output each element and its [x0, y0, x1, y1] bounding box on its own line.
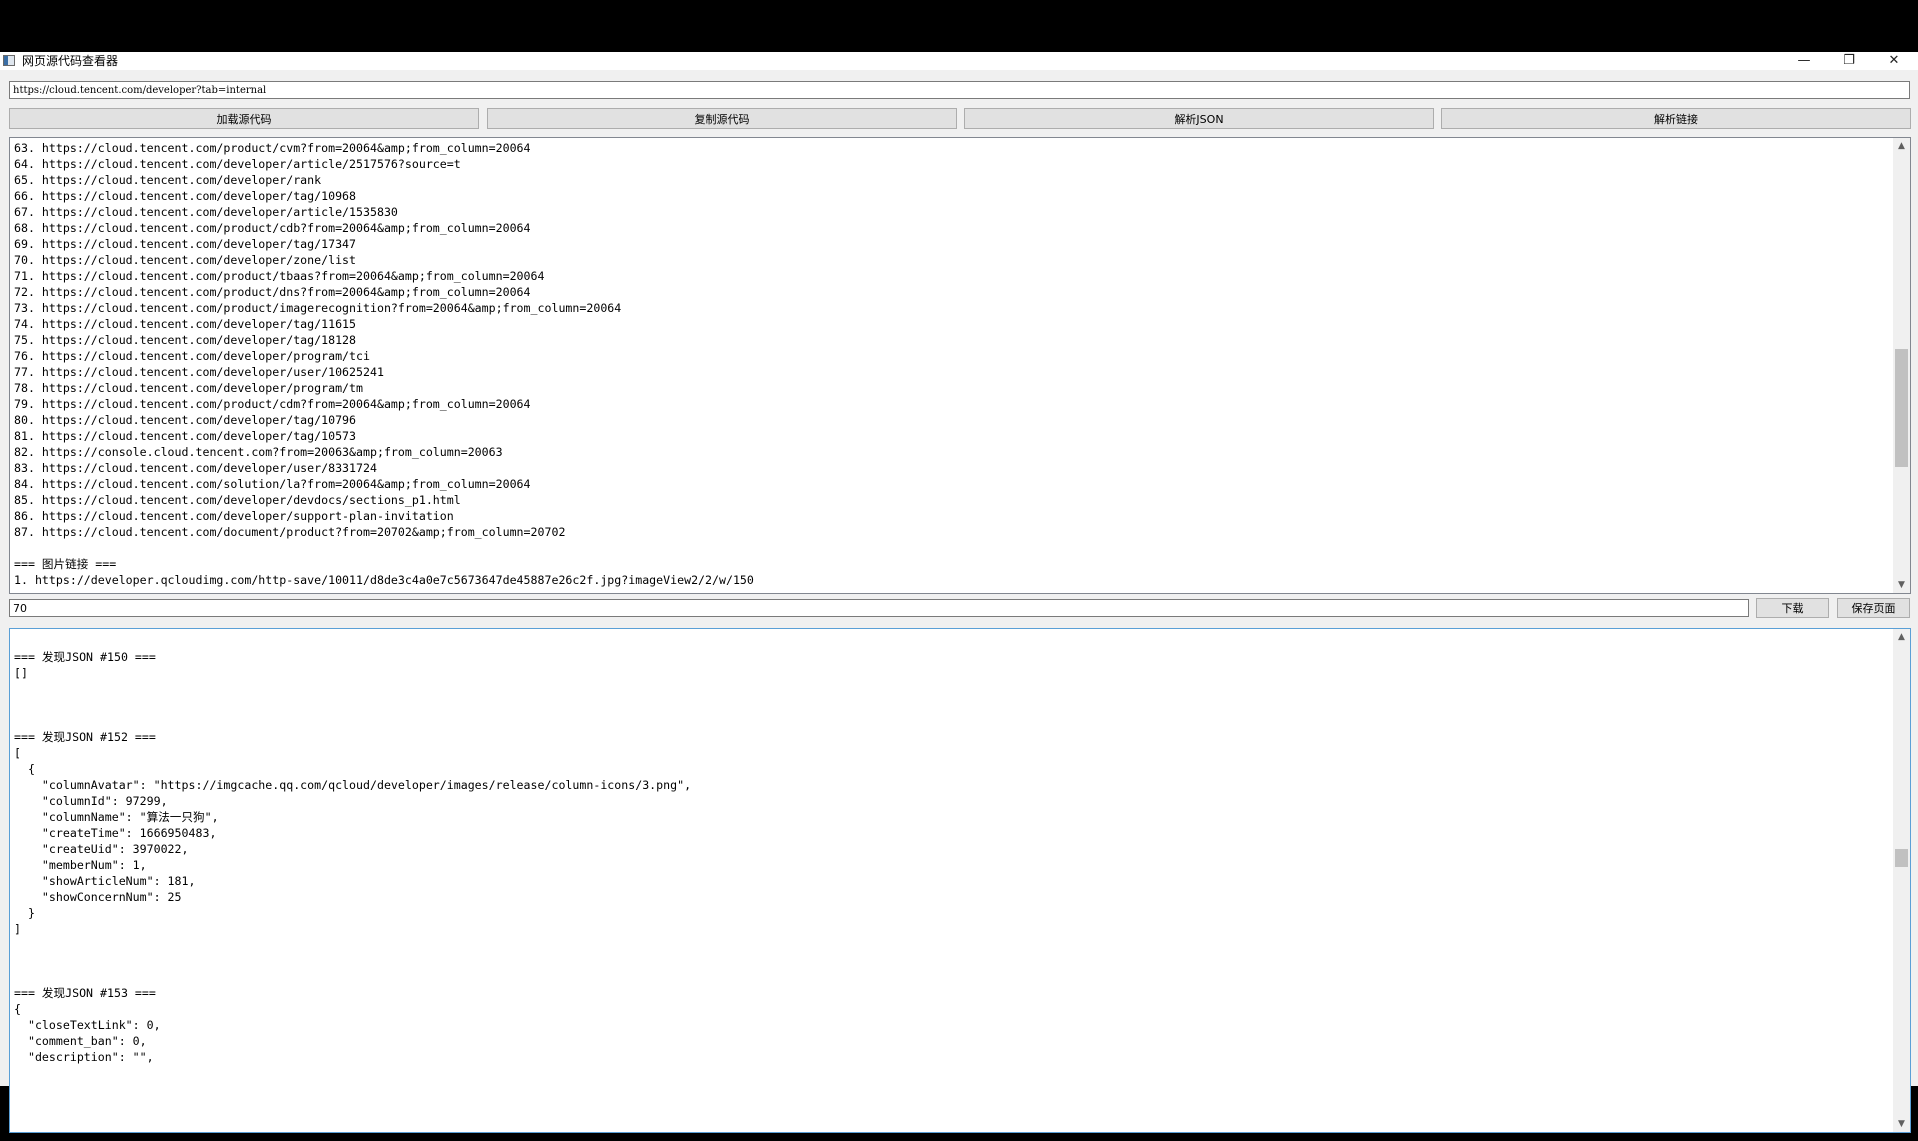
- text-line: 69. https://cloud.tencent.com/developer/…: [14, 237, 357, 251]
- links-scrollbar[interactable]: ▲ ▼: [1893, 138, 1910, 593]
- text-line: 65. https://cloud.tencent.com/developer/…: [14, 173, 322, 187]
- text-line: [14, 681, 1892, 697]
- text-line: "columnId": 97299,: [14, 794, 168, 808]
- text-line: 64. https://cloud.tencent.com/developer/…: [14, 157, 461, 171]
- links-output-textarea[interactable]: 63. https://cloud.tencent.com/product/cv…: [9, 137, 1911, 594]
- save-page-button[interactable]: 保存页面: [1837, 598, 1910, 618]
- minimize-button[interactable]: —: [1784, 52, 1824, 70]
- text-line: [14, 953, 1892, 969]
- text-line: 67. https://cloud.tencent.com/developer/…: [14, 205, 398, 219]
- text-line: 75. https://cloud.tencent.com/developer/…: [14, 333, 357, 347]
- text-line: []: [14, 666, 28, 680]
- parse-json-button[interactable]: 解析JSON: [964, 108, 1434, 129]
- text-line: [14, 969, 1892, 985]
- text-line: 82. https://console.cloud.tencent.com?fr…: [14, 445, 503, 459]
- text-line: [14, 713, 1892, 729]
- text-line: === 发现JSON #150 ===: [14, 650, 156, 664]
- text-line: 77. https://cloud.tencent.com/developer/…: [14, 365, 384, 379]
- scroll-down-arrow-icon[interactable]: ▼: [1893, 1116, 1910, 1132]
- text-line: 85. https://cloud.tencent.com/developer/…: [14, 493, 461, 507]
- text-line: 1. https://developer.qcloudimg.com/http-…: [14, 573, 754, 587]
- title-bar: 网页源代码查看器 — ❐ ✕: [0, 52, 1918, 70]
- text-line: "closeTextLink": 0,: [14, 1018, 161, 1032]
- app-window: 网页源代码查看器 — ❐ ✕ 加载源代码 复制源代码 解析JSON 解析链接 6…: [0, 52, 1918, 1133]
- scroll-up-arrow-icon[interactable]: ▲: [1893, 629, 1910, 645]
- text-line: 79. https://cloud.tencent.com/product/cd…: [14, 397, 531, 411]
- text-line: [14, 697, 1892, 713]
- window-title: 网页源代码查看器: [22, 54, 119, 68]
- scroll-up-arrow-icon[interactable]: ▲: [1893, 138, 1910, 154]
- scroll-thumb[interactable]: [1895, 849, 1908, 867]
- text-line: 73. https://cloud.tencent.com/product/im…: [14, 301, 622, 315]
- download-button[interactable]: 下载: [1756, 598, 1829, 618]
- text-line: 72. https://cloud.tencent.com/product/dn…: [14, 285, 531, 299]
- text-line: ]: [14, 922, 21, 936]
- text-line: 87. https://cloud.tencent.com/document/p…: [14, 525, 566, 539]
- url-input[interactable]: [9, 81, 1910, 99]
- text-line: 81. https://cloud.tencent.com/developer/…: [14, 429, 357, 443]
- text-line: "createUid": 3970022,: [14, 842, 189, 856]
- text-line: "comment_ban": 0,: [14, 1034, 147, 1048]
- text-line: "showConcernNum": 25: [14, 890, 182, 904]
- text-line: }: [14, 906, 35, 920]
- close-button[interactable]: ✕: [1874, 52, 1914, 70]
- text-line: {: [14, 762, 35, 776]
- text-line: 86. https://cloud.tencent.com/developer/…: [14, 509, 454, 523]
- text-line: "description": "",: [14, 1050, 154, 1064]
- text-line: === 发现JSON #152 ===: [14, 730, 156, 744]
- text-line: 74. https://cloud.tencent.com/developer/…: [14, 317, 357, 331]
- text-line: [14, 937, 1892, 953]
- text-line: [14, 540, 1892, 556]
- text-line: === 发现JSON #153 ===: [14, 986, 156, 1000]
- scroll-down-arrow-icon[interactable]: ▼: [1893, 577, 1910, 593]
- text-line: 78. https://cloud.tencent.com/developer/…: [14, 381, 364, 395]
- text-line: 80. https://cloud.tencent.com/developer/…: [14, 413, 357, 427]
- text-line: 63. https://cloud.tencent.com/product/cv…: [14, 141, 531, 155]
- text-line: 76. https://cloud.tencent.com/developer/…: [14, 349, 370, 363]
- text-line: "showArticleNum": 181,: [14, 874, 196, 888]
- text-line: "createTime": 1666950483,: [14, 826, 217, 840]
- text-line: [: [14, 746, 21, 760]
- text-line: "columnAvatar": "https://imgcache.qq.com…: [14, 778, 692, 792]
- app-icon: [3, 55, 15, 66]
- json-output-textarea[interactable]: === 发现JSON #150 === [] === 发现JSON #152 ===…: [9, 628, 1911, 1133]
- text-line: "memberNum": 1,: [14, 858, 147, 872]
- load-source-button[interactable]: 加载源代码: [9, 108, 479, 129]
- text-line: 71. https://cloud.tencent.com/product/tb…: [14, 269, 545, 283]
- restore-button[interactable]: ❐: [1829, 52, 1869, 70]
- parse-links-button[interactable]: 解析链接: [1441, 108, 1911, 129]
- text-line: 66. https://cloud.tencent.com/developer/…: [14, 189, 357, 203]
- filter-input[interactable]: [9, 599, 1749, 617]
- text-line: === 图片链接 ===: [14, 557, 117, 571]
- links-output-content: 63. https://cloud.tencent.com/product/cv…: [14, 140, 1892, 588]
- copy-source-button[interactable]: 复制源代码: [487, 108, 957, 129]
- scroll-thumb[interactable]: [1895, 349, 1908, 467]
- text-line: 83. https://cloud.tencent.com/developer/…: [14, 461, 377, 475]
- json-output-content: === 发现JSON #150 === [] === 发现JSON #152 ===…: [14, 649, 1892, 1065]
- text-line: {: [14, 1002, 21, 1016]
- text-line: 70. https://cloud.tencent.com/developer/…: [14, 253, 357, 267]
- text-line: 68. https://cloud.tencent.com/product/cd…: [14, 221, 531, 235]
- text-line: 84. https://cloud.tencent.com/solution/l…: [14, 477, 531, 491]
- text-line: "columnName": "算法一只狗",: [14, 810, 219, 824]
- json-scrollbar[interactable]: ▲ ▼: [1893, 629, 1910, 1132]
